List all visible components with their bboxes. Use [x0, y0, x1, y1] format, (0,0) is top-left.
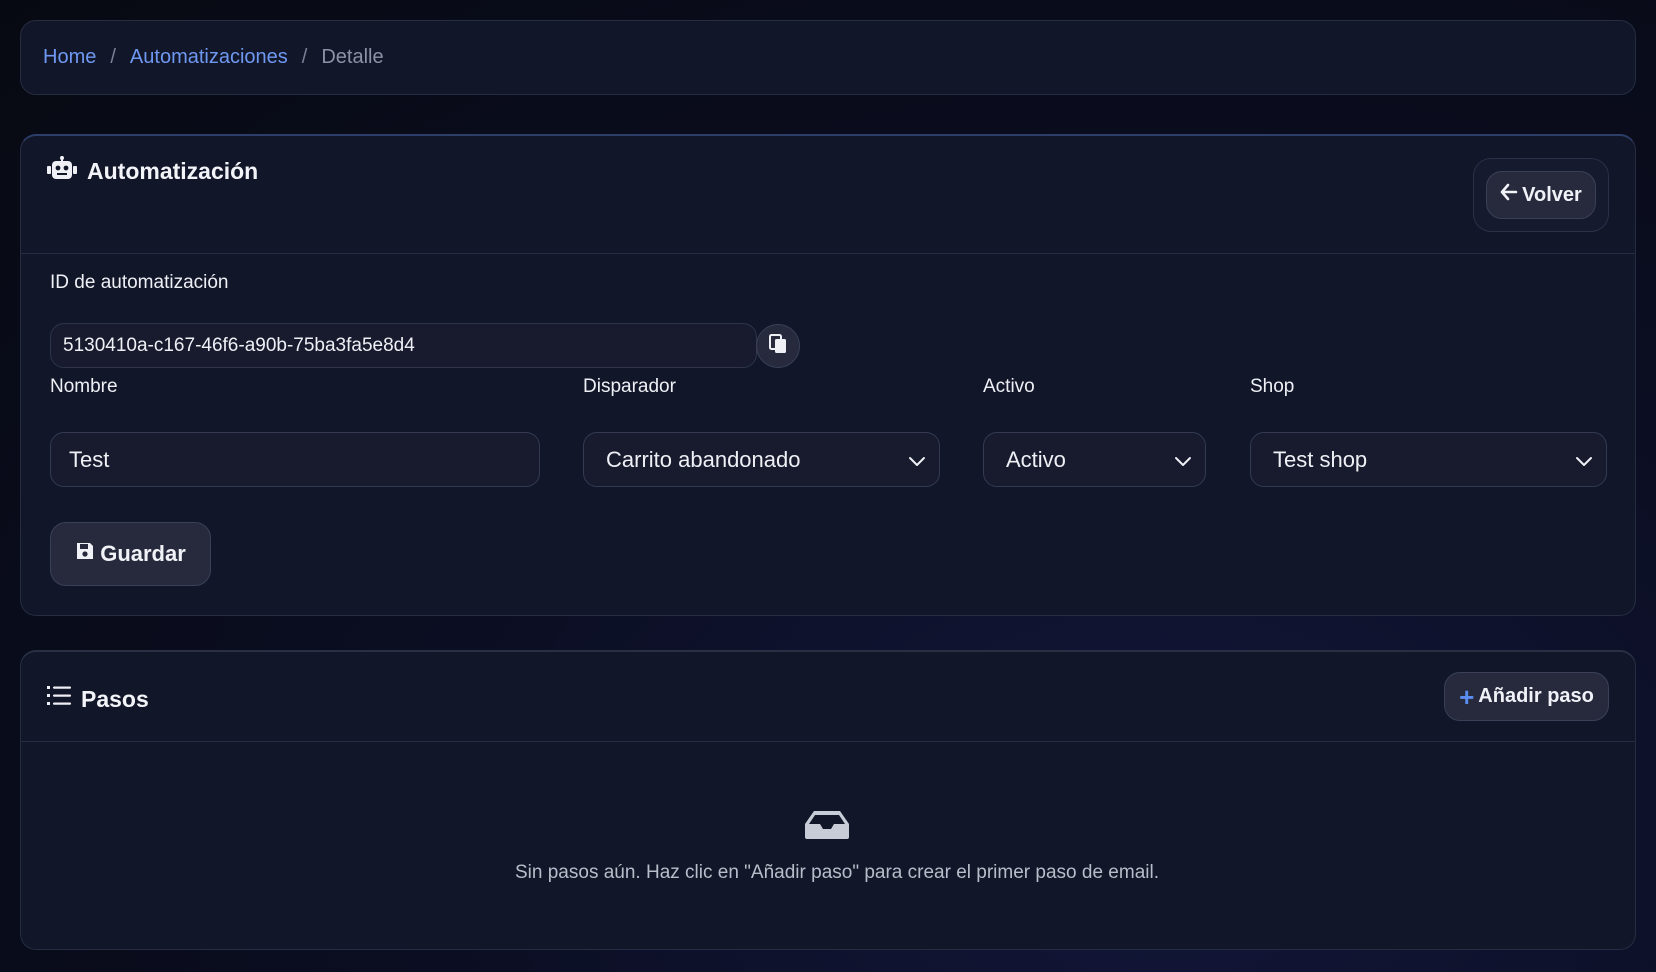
shop-select[interactable]: Test shop [1250, 432, 1607, 487]
name-label: Nombre [50, 376, 118, 397]
steps-card-header: Pasos + Añadir paso [21, 652, 1635, 742]
copy-id-button[interactable] [756, 324, 800, 368]
shop-select-value: Test shop [1273, 446, 1368, 472]
list-icon [47, 685, 81, 713]
breadcrumb: Home / Automatizaciones / Detalle [20, 20, 1636, 95]
robot-icon [47, 156, 87, 186]
copy-icon [769, 333, 787, 359]
name-input-value: Test [69, 446, 110, 472]
shop-label: Shop [1250, 376, 1295, 397]
trigger-select-value: Carrito abandonado [606, 446, 801, 472]
chevron-down-icon [1576, 457, 1592, 466]
automation-title: Automatización [47, 156, 258, 186]
breadcrumb-home-link[interactable]: Home [43, 46, 96, 69]
breadcrumb-separator: / [301, 46, 308, 68]
floppy-disk-icon [75, 541, 100, 567]
trigger-select[interactable]: Carrito abandonado [583, 432, 940, 487]
arrow-left-icon [1500, 183, 1522, 207]
active-label: Activo [983, 376, 1035, 397]
active-select[interactable]: Activo [983, 432, 1206, 487]
chevron-down-icon [1175, 457, 1191, 466]
steps-empty-message: Sin pasos aún. Haz clic en "Añadir paso"… [515, 862, 1159, 883]
automation-title-text: Automatización [87, 157, 259, 184]
steps-title-text: Pasos [81, 685, 149, 712]
steps-title: Pasos [47, 685, 149, 713]
plus-icon: + [1459, 681, 1475, 712]
breadcrumb-current: Detalle [321, 46, 384, 68]
back-button[interactable]: Volver [1486, 171, 1596, 219]
steps-card: Pasos + Añadir paso Sin pasos aún. Haz c… [20, 650, 1636, 950]
automation-id-field[interactable] [50, 323, 757, 368]
breadcrumb-separator: / [110, 46, 116, 68]
chevron-down-icon [909, 457, 925, 466]
automation-card: Automatización Volver ID de automatizaci… [20, 134, 1636, 616]
trigger-label: Disparador [583, 376, 676, 397]
back-button-label: Volver [1522, 183, 1582, 206]
active-select-value: Activo [1006, 446, 1066, 472]
breadcrumb-automatizaciones-link[interactable]: Automatizaciones [130, 46, 288, 69]
add-step-label: Añadir paso [1478, 685, 1594, 707]
inbox-icon [804, 810, 850, 845]
save-button-label: Guardar [100, 541, 186, 566]
back-button-wrapper: Volver [1473, 158, 1609, 232]
save-button[interactable]: Guardar [50, 522, 211, 586]
name-input[interactable]: Test [50, 432, 540, 487]
automation-card-header: Automatización Volver [21, 136, 1635, 254]
automation-id-label: ID de automatización [50, 272, 229, 293]
add-step-button[interactable]: + Añadir paso [1444, 672, 1609, 721]
